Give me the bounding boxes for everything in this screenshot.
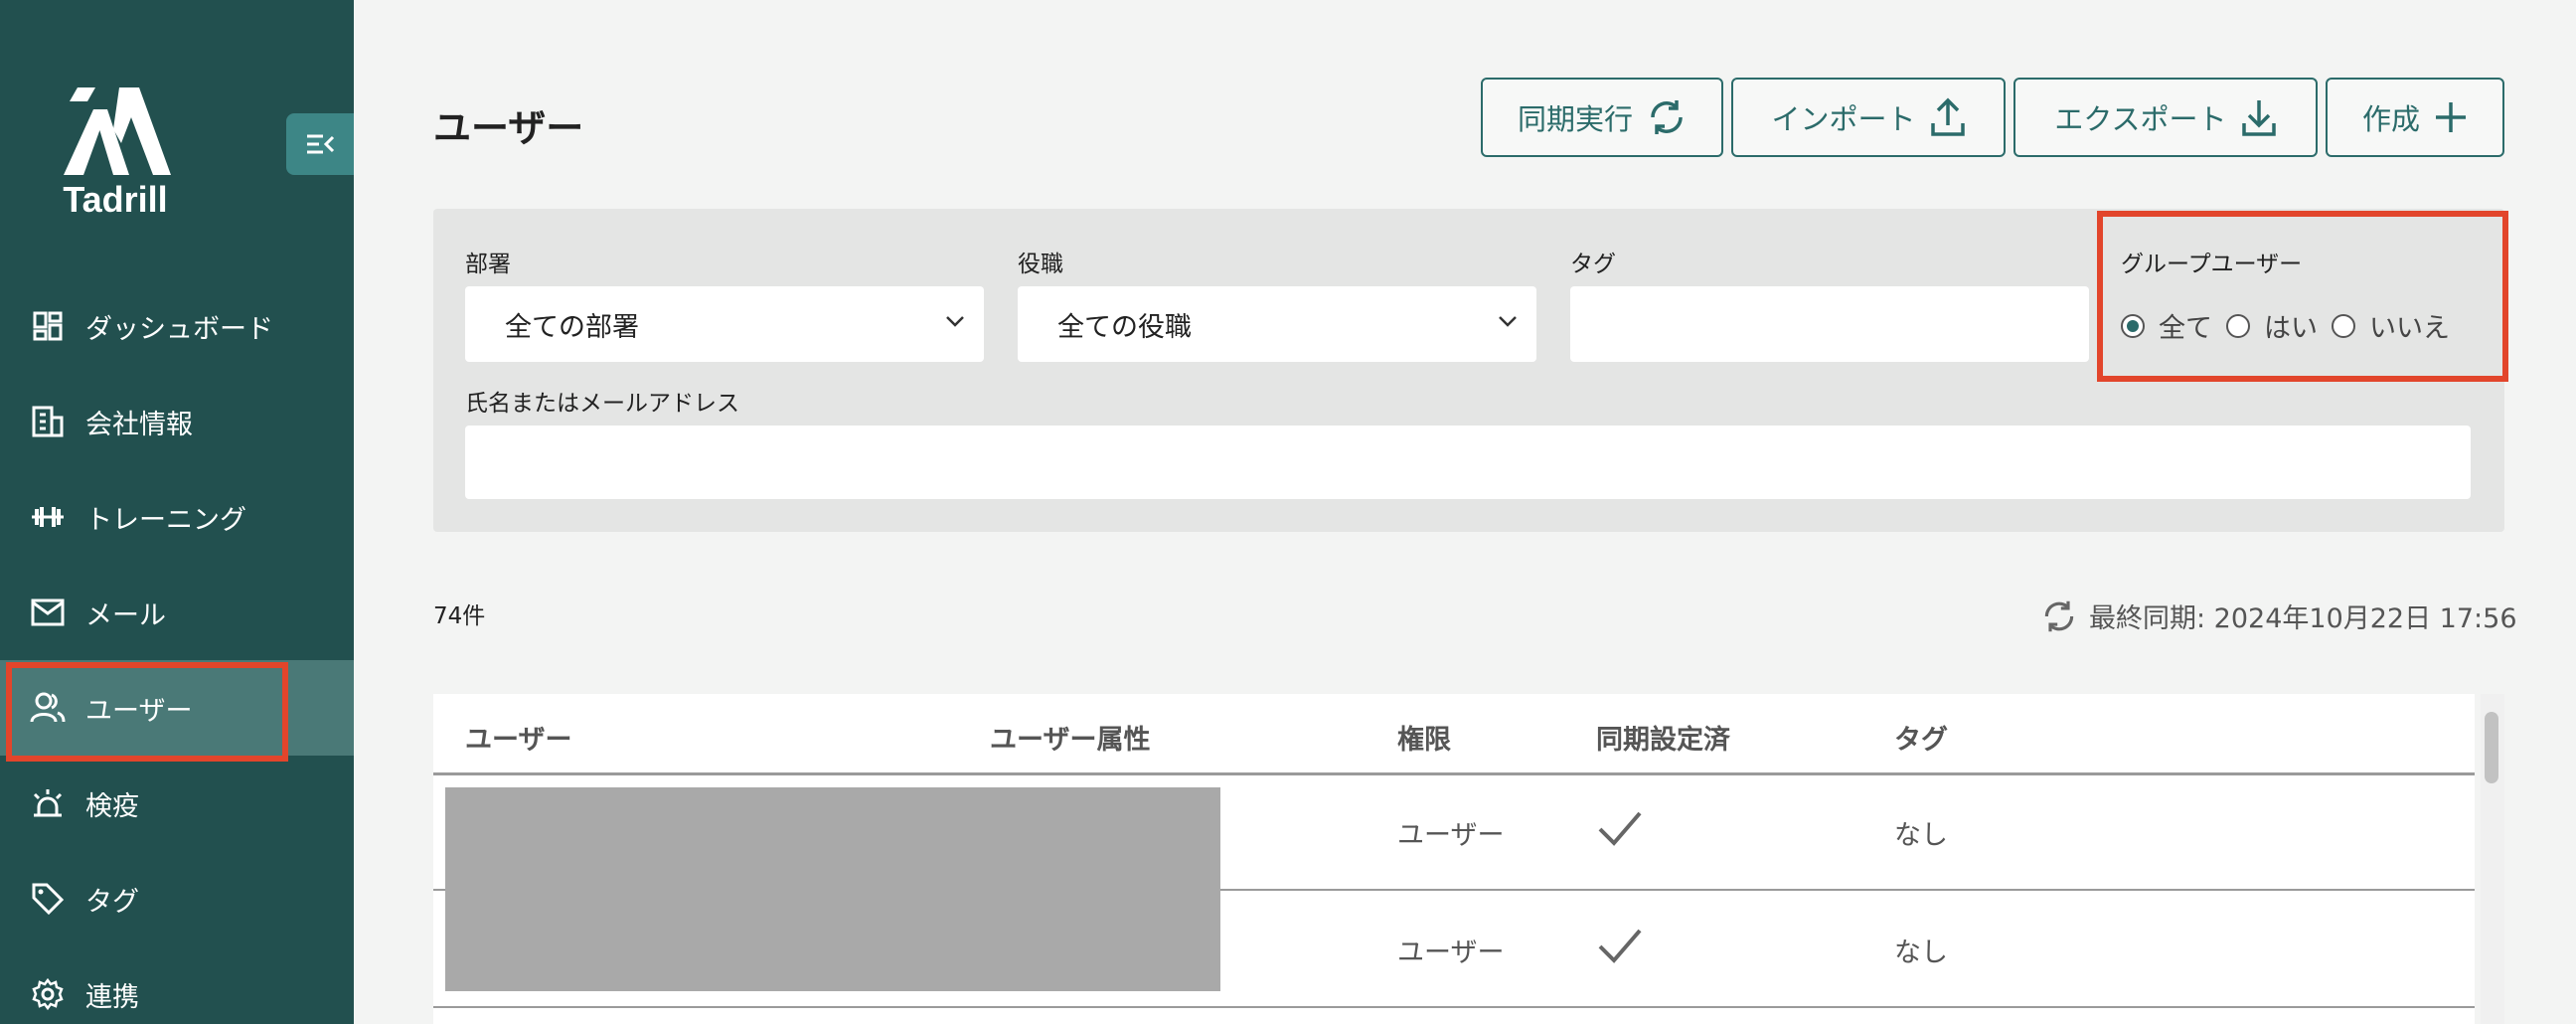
table-header: ユーザー ユーザー属性 権限 同期設定済 タグ (433, 694, 2475, 775)
create-button[interactable]: 作成 (2326, 78, 2504, 157)
sidebar-item-label: 検疫 (85, 790, 139, 822)
chevron-down-icon (946, 316, 964, 327)
radio-label: いいえ (2369, 313, 2450, 344)
sync-icon (1651, 100, 1683, 134)
tag-cell: なし (1894, 938, 1948, 968)
sidebar-item-label: 会社情報 (85, 409, 193, 440)
collapse-sidebar-button[interactable] (286, 113, 354, 175)
toolbar: 同期実行 インポート エクスポート 作成 (1481, 78, 2504, 157)
sidebar-item-training[interactable]: トレーニング (0, 469, 354, 565)
radio-button[interactable] (2121, 313, 2145, 338)
position-select-value: 全ての役職 (1057, 311, 1192, 343)
search-label: 氏名またはメールアドレス (465, 391, 739, 417)
sidebar-item-users[interactable]: ユーザー (0, 660, 354, 762)
dashboard-icon (30, 308, 66, 344)
sidebar: Tadrill ダッシュボード 会社情報 トレーニング メール ユーザー 検疫 … (0, 0, 354, 1024)
create-button-label: 作成 (2361, 102, 2420, 136)
department-select-value: 全ての部署 (505, 311, 639, 343)
column-header-tag[interactable]: タグ (1894, 718, 1948, 757)
group-user-radio-group: 全て はい いいえ (2121, 306, 2464, 345)
radio-option-all[interactable]: 全て (2121, 306, 2212, 345)
siren-icon (30, 785, 66, 821)
column-header-permission[interactable]: 権限 (1397, 718, 1451, 757)
department-label: 部署 (465, 252, 511, 277)
tag-icon (30, 881, 66, 917)
tag-cell: なし (1894, 820, 1948, 851)
plus-icon (2436, 102, 2466, 132)
sidebar-item-label: ユーザー (85, 695, 193, 727)
users-table: ユーザー ユーザー属性 権限 同期設定済 タグ ユーザー なし ユーザー なし (433, 694, 2475, 1024)
radio-label: 全て (2159, 313, 2212, 344)
sync-icon (2044, 600, 2074, 631)
sidebar-item-label: トレーニング (85, 504, 246, 536)
sidebar-item-label: 連携 (85, 981, 139, 1013)
check-icon (1598, 811, 1642, 846)
import-button[interactable]: インポート (1731, 78, 2006, 157)
sidebar-item-label: ダッシュボード (85, 313, 273, 345)
tag-label: タグ (1570, 252, 1616, 277)
collapse-icon (307, 134, 335, 154)
tadrill-logo-mark (64, 87, 171, 175)
chevron-down-icon (1499, 316, 1517, 327)
export-button-label: エクスポート (2054, 102, 2227, 136)
users-icon (30, 690, 66, 726)
role-cell: ユーザー (1397, 820, 1505, 851)
redacted-user-info (445, 787, 1220, 991)
column-header-synced[interactable]: 同期設定済 (1596, 718, 1730, 757)
position-label: 役職 (1018, 252, 1063, 277)
sidebar-item-mail[interactable]: メール (0, 565, 354, 660)
group-user-label: グループユーザー (2121, 252, 2303, 277)
group-user-highlight (2097, 211, 2508, 382)
building-icon (30, 404, 66, 439)
scrollbar-thumb[interactable] (2485, 712, 2498, 783)
last-sync-status: 最終同期: 2024年10月22日 17:56 (2041, 597, 2517, 635)
sidebar-item-tag[interactable]: タグ (0, 851, 354, 946)
gear-icon (30, 976, 66, 1012)
column-header-attribute[interactable]: ユーザー属性 (990, 718, 1150, 757)
app-name: Tadrill (63, 179, 168, 220)
role-cell: ユーザー (1397, 938, 1505, 968)
sidebar-item-label: タグ (85, 886, 139, 918)
dumbbell-icon (30, 499, 66, 535)
upload-icon (1930, 97, 1965, 136)
sidebar-item-quarantine[interactable]: 検疫 (0, 756, 354, 851)
table-scrollbar[interactable] (2481, 694, 2504, 1024)
sync-button[interactable]: 同期実行 (1481, 78, 1723, 157)
radio-option-yes[interactable]: はい (2226, 306, 2318, 345)
sync-button-label: 同期実行 (1517, 102, 1633, 136)
radio-option-no[interactable]: いいえ (2332, 306, 2450, 345)
tadrill-logo[interactable]: Tadrill (58, 87, 173, 221)
mail-icon (30, 595, 66, 630)
export-button[interactable]: エクスポート (2013, 78, 2318, 157)
search-input[interactable] (465, 426, 2471, 499)
last-sync-text: 最終同期: 2024年10月22日 17:56 (2089, 603, 2517, 634)
check-icon (1598, 929, 1642, 963)
radio-button[interactable] (2226, 313, 2250, 338)
column-header-user[interactable]: ユーザー (465, 718, 571, 757)
department-select[interactable]: 全ての部署 (465, 286, 984, 362)
sidebar-item-integration[interactable]: 連携 (0, 946, 354, 1024)
tag-input[interactable] (1570, 286, 2089, 362)
sidebar-item-label: メール (85, 599, 166, 631)
page-title: ユーザー (433, 106, 584, 150)
user-count: 74件 (433, 603, 486, 629)
radio-label: はい (2264, 313, 2318, 344)
sidebar-item-dashboard[interactable]: ダッシュボード (0, 278, 354, 374)
position-select[interactable]: 全ての役職 (1018, 286, 1536, 362)
sidebar-item-company[interactable]: 会社情報 (0, 374, 354, 469)
sidebar-nav: ダッシュボード 会社情報 トレーニング メール ユーザー 検疫 タグ 連携 (0, 278, 354, 1024)
import-button-label: インポート (1771, 102, 1916, 136)
download-icon (2241, 100, 2276, 136)
radio-button[interactable] (2332, 313, 2355, 338)
